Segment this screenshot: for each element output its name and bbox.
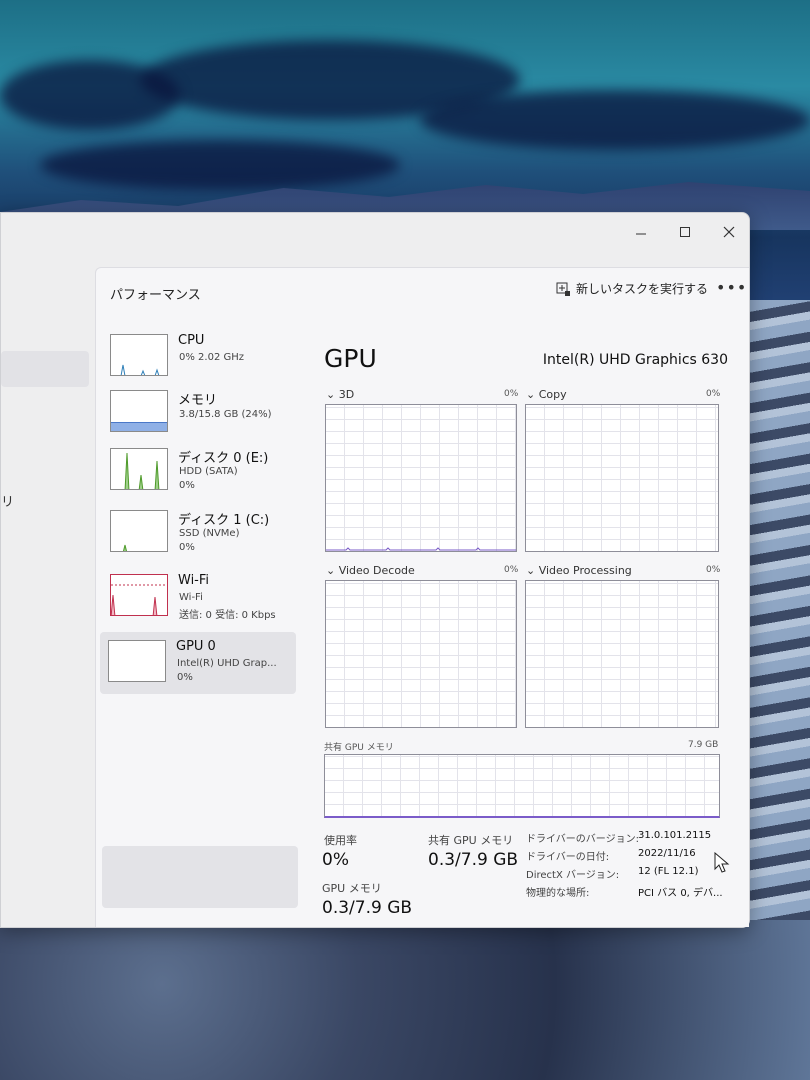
driver-date-value: 2022/11/16 — [638, 848, 696, 859]
bg-sea — [0, 920, 810, 1080]
shared-memory-stat-value: 0.3/7.9 GB — [428, 850, 519, 870]
gpu-memory-label: GPU メモリ — [322, 882, 382, 895]
bg-rocks — [748, 300, 810, 930]
panel-header: パフォーマンス 新しいタスクを実行する ••• — [96, 268, 750, 314]
sidebar-item-name: ディスク 1 (C:) — [178, 513, 270, 528]
disk-1-thumbnail — [110, 510, 168, 552]
new-task-icon — [556, 282, 570, 296]
gpu-title: GPU — [324, 344, 377, 373]
sidebar-item-memory[interactable]: メモリ 3.8/15.8 GB (24%) — [102, 382, 298, 444]
sidebar-item-cpu[interactable]: CPU 0% 2.02 GHz — [102, 326, 298, 388]
chevron-down-icon: ⌄ — [326, 564, 339, 577]
wifi-thumbnail — [110, 574, 168, 616]
directx-version-key: DirectX バージョン: — [526, 870, 620, 881]
page-title: パフォーマンス — [110, 288, 201, 303]
shared-memory-label: 共有 GPU メモリ — [324, 743, 394, 753]
engine-label: Video Processing — [538, 564, 632, 577]
engine-pct: 0% — [504, 565, 519, 575]
maximize-icon — [680, 227, 690, 237]
gpu-0-thumbnail — [108, 640, 166, 682]
sidebar-item-detail: SSD (NVMe) — [179, 528, 240, 539]
close-button[interactable] — [707, 217, 751, 247]
utilization-label: 使用率 — [324, 834, 357, 847]
sidebar-item-wifi[interactable]: Wi-Fi Wi-Fi 送信: 0 受信: 0 Kbps — [102, 566, 298, 628]
sidebar-item-value: 送信: 0 受信: 0 Kbps — [179, 610, 276, 621]
disk-0-thumbnail — [110, 448, 168, 490]
gpu-memory-value: 0.3/7.9 GB — [322, 898, 413, 918]
sidebar-item-detail: 3.8/15.8 GB (24%) — [179, 409, 272, 420]
physical-location-key: 物理的な場所: — [526, 888, 590, 899]
shared-memory-graph — [324, 754, 720, 818]
sidebar-item-detail: HDD (SATA) — [179, 466, 238, 477]
new-task-label: 新しいタスクを実行する — [576, 282, 709, 296]
sidebar-item-gpu-0[interactable] — [102, 846, 298, 908]
engine-video-processing-graph — [525, 580, 719, 728]
engine-video-decode-selector[interactable]: ⌄ Video Decode — [326, 564, 415, 577]
mouse-cursor-icon — [714, 852, 730, 873]
memory-thumbnail — [110, 390, 168, 432]
cpu-thumbnail — [110, 334, 168, 376]
chevron-down-icon: ⌄ — [326, 388, 339, 401]
engine-copy-graph — [525, 404, 719, 552]
maximize-button[interactable] — [663, 217, 707, 247]
gpu-model: Intel(R) UHD Graphics 630 — [542, 352, 728, 368]
sidebar-item-detail: Intel(R) UHD Grap... — [177, 658, 277, 669]
sidebar-item-detail: 0% 2.02 GHz — [179, 352, 245, 363]
bg-cloud — [420, 90, 810, 150]
engine-pct: 0% — [504, 389, 519, 399]
sidebar-item-gpu-0-content[interactable]: GPU 0 Intel(R) UHD Grap... 0% — [100, 632, 296, 694]
engine-label: Video Decode — [338, 564, 415, 577]
bg-cloud — [0, 60, 180, 130]
chevron-down-icon: ⌄ — [526, 564, 539, 577]
driver-date-key: ドライバーの日付: — [526, 852, 610, 863]
nav-item-label[interactable]: リ — [1, 491, 14, 510]
engine-pct: 0% — [706, 565, 721, 575]
sidebar-item-name: Wi-Fi — [178, 573, 210, 588]
engine-label: 3D — [338, 388, 355, 401]
engine-video-processing-selector[interactable]: ⌄ Video Processing — [526, 564, 632, 577]
resource-sidebar: CPU 0% 2.02 GHz メモリ 3.8/15.8 GB (24%) ディ… — [102, 326, 298, 926]
sidebar-item-value: 0% — [177, 672, 193, 683]
gpu-details: GPU Intel(R) UHD Graphics 630 ⌄ 3D 0% ⌄ … — [322, 326, 742, 926]
minimize-icon — [636, 233, 646, 235]
engine-pct: 0% — [706, 389, 721, 399]
sidebar-item-value: 0% — [179, 480, 195, 491]
driver-version-value: 31.0.101.2115 — [638, 830, 712, 841]
directx-version-value: 12 (FL 12.1) — [638, 866, 699, 877]
bg-cloud — [40, 140, 400, 190]
title-bar[interactable] — [1, 213, 751, 267]
new-task-button[interactable]: 新しいタスクを実行する — [556, 280, 708, 297]
more-options-button[interactable]: ••• — [716, 278, 747, 297]
left-navigation: リ — [1, 267, 95, 927]
shared-memory-stat-label: 共有 GPU メモリ — [428, 834, 514, 847]
sidebar-item-name: GPU 0 — [176, 639, 216, 654]
sidebar-item-name: CPU — [178, 333, 205, 348]
minimize-button[interactable] — [619, 217, 663, 247]
sidebar-item-name: ディスク 0 (E:) — [178, 451, 269, 466]
chevron-down-icon: ⌄ — [526, 388, 539, 401]
physical-location-value: PCI バス 0, デバ... — [638, 888, 723, 899]
shared-memory-max: 7.9 GB — [688, 740, 719, 750]
engine-copy-selector[interactable]: ⌄ Copy — [526, 388, 567, 401]
driver-version-key: ドライバーのバージョン: — [526, 834, 639, 845]
sidebar-item-disk-0[interactable]: ディスク 0 (E:) HDD (SATA) 0% — [102, 440, 298, 502]
performance-panel: パフォーマンス 新しいタスクを実行する ••• CPU 0% 2.02 GHz — [95, 267, 749, 927]
engine-video-decode-graph — [325, 580, 517, 728]
task-manager-window: リ パフォーマンス 新しいタスクを実行する ••• CPU 0% 2.02 GH… — [0, 212, 750, 928]
utilization-value: 0% — [322, 850, 349, 870]
sidebar-item-detail: Wi-Fi — [179, 592, 203, 603]
engine-3d-graph — [325, 404, 517, 552]
sidebar-item-value: 0% — [179, 542, 195, 553]
sidebar-item-disk-1[interactable]: ディスク 1 (C:) SSD (NVMe) 0% — [102, 502, 298, 564]
engine-label: Copy — [538, 388, 567, 401]
close-icon — [723, 226, 735, 238]
nav-item-selected[interactable] — [1, 351, 89, 387]
sidebar-item-name: メモリ — [178, 393, 218, 408]
engine-3d-selector[interactable]: ⌄ 3D — [326, 388, 354, 401]
